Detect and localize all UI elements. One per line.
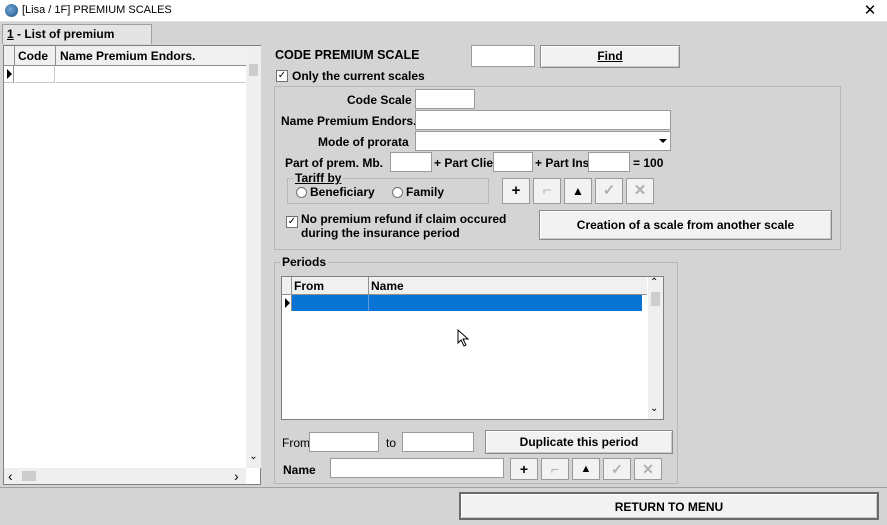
no-refund-checkbox[interactable]: ✓ bbox=[286, 216, 298, 228]
equals-100-label: = 100 bbox=[633, 156, 664, 170]
current-row-icon bbox=[7, 69, 12, 79]
current-row-icon bbox=[285, 298, 290, 308]
from-label: From bbox=[282, 436, 310, 450]
period-name-input[interactable] bbox=[330, 458, 504, 478]
only-current-checkbox[interactable]: ✓ bbox=[276, 70, 288, 82]
part-prem-mb-input[interactable] bbox=[390, 152, 432, 172]
code-premium-scale-label: CODE PREMIUM SCALE bbox=[275, 48, 420, 62]
col-name[interactable]: Name bbox=[371, 279, 404, 293]
period-name-label: Name bbox=[283, 463, 316, 477]
bottom-separator bbox=[0, 487, 887, 488]
chevron-down-icon[interactable] bbox=[659, 139, 667, 143]
row-indicator bbox=[4, 66, 14, 83]
mode-of-prorata-label: Mode of prorata bbox=[318, 135, 409, 149]
app-icon bbox=[5, 4, 18, 17]
tariff-family-radio[interactable] bbox=[392, 187, 403, 198]
return-to-menu-label: RETURN TO MENU bbox=[614, 500, 724, 514]
periods-vertical-scrollbar[interactable]: ⌃ ⌄ bbox=[648, 277, 663, 419]
from-date-input[interactable] bbox=[309, 432, 379, 452]
tariff-beneficiary-radio[interactable] bbox=[296, 187, 307, 198]
to-label: to bbox=[386, 436, 397, 450]
part-clie-label: + Part Clie bbox=[434, 156, 494, 170]
table-row-name-cell[interactable] bbox=[56, 66, 246, 83]
only-current-label: Only the current scales bbox=[292, 69, 425, 83]
return-to-menu-button[interactable]: RETURN TO MENU bbox=[459, 492, 879, 520]
confirm-icon[interactable]: ✓ bbox=[595, 178, 623, 204]
scroll-left-icon[interactable]: ‹ bbox=[8, 468, 13, 484]
duplicate-period-button[interactable]: Duplicate this period bbox=[485, 430, 673, 454]
cancel-icon[interactable]: ✕ bbox=[626, 178, 654, 204]
no-refund-label-line1: No premium refund if claim occured bbox=[301, 212, 507, 226]
table-row-code-cell[interactable] bbox=[15, 66, 55, 83]
period-add-icon[interactable]: + bbox=[510, 458, 538, 480]
scroll-down-icon[interactable]: ⌄ bbox=[248, 451, 259, 462]
col-name-premium-endors[interactable]: Name Premium Endors. bbox=[60, 49, 195, 63]
periods-row-indicator bbox=[282, 295, 292, 311]
close-icon[interactable]: ✕ bbox=[858, 2, 882, 20]
part-ins-label: + Part Ins bbox=[535, 156, 590, 170]
name-premium-endors-label: Name Premium Endors. bbox=[281, 114, 417, 128]
vertical-scroll-thumb[interactable] bbox=[249, 64, 258, 76]
edit-icon[interactable]: ⌐ bbox=[533, 178, 561, 204]
add-icon[interactable]: + bbox=[502, 178, 530, 204]
tariff-beneficiary-label: Beneficiary bbox=[310, 185, 375, 199]
to-date-input[interactable] bbox=[402, 432, 474, 452]
move-up-icon[interactable]: ▲ bbox=[564, 178, 592, 204]
horizontal-scroll-thumb[interactable] bbox=[22, 471, 36, 481]
scroll-down-icon[interactable]: ⌄ bbox=[650, 403, 658, 414]
find-button-label: Find bbox=[597, 49, 623, 63]
period-cancel-icon[interactable]: ✕ bbox=[634, 458, 662, 480]
periods-title: Periods bbox=[280, 255, 329, 269]
period-move-up-icon[interactable]: ▲ bbox=[572, 458, 600, 480]
part-ins-input[interactable] bbox=[588, 152, 630, 172]
vertical-scrollbar[interactable]: ⌄ bbox=[246, 46, 261, 468]
tab-list-of-premium-scales[interactable]: 1 - List of premium scales bbox=[2, 24, 152, 59]
col-from[interactable]: From bbox=[294, 279, 324, 293]
mode-of-prorata-select[interactable] bbox=[415, 131, 671, 151]
tariff-family-label: Family bbox=[406, 185, 445, 199]
window-title: [Lisa / 1F] PREMIUM SCALES bbox=[22, 4, 172, 16]
find-button[interactable]: Find bbox=[540, 45, 680, 68]
period-confirm-icon[interactable]: ✓ bbox=[603, 458, 631, 480]
no-refund-label-line2: during the insurance period bbox=[301, 226, 460, 240]
table-row-selected[interactable] bbox=[292, 295, 642, 311]
periods-grid[interactable]: From Name ⌃ ⌄ bbox=[281, 276, 664, 420]
part-prem-mb-label: Part of prem. Mb. bbox=[285, 156, 384, 170]
scroll-up-icon[interactable]: ⌃ bbox=[650, 277, 658, 288]
periods-grid-header: From Name bbox=[282, 277, 647, 295]
tab-number: 1 bbox=[7, 27, 14, 41]
code-scale-input[interactable] bbox=[415, 89, 475, 109]
mouse-cursor-icon bbox=[457, 329, 470, 347]
code-premium-scale-input[interactable] bbox=[471, 45, 535, 67]
scroll-right-icon[interactable]: › bbox=[234, 468, 239, 484]
horizontal-scrollbar[interactable]: ‹ › bbox=[4, 468, 246, 484]
part-clie-input[interactable] bbox=[493, 152, 533, 172]
grid-header: Code Name Premium Endors. bbox=[4, 46, 246, 66]
creation-from-another-scale-button[interactable]: Creation of a scale from another scale bbox=[539, 210, 832, 240]
tariff-by-label: Tariff by bbox=[293, 171, 344, 185]
periods-scroll-thumb[interactable] bbox=[651, 292, 660, 306]
period-edit-icon[interactable]: ⌐ bbox=[541, 458, 569, 480]
code-scale-label: Code Scale bbox=[347, 93, 412, 107]
col-code[interactable]: Code bbox=[18, 49, 48, 63]
name-premium-endors-input[interactable] bbox=[415, 110, 671, 130]
premium-scales-grid[interactable]: Code Name Premium Endors. ⌄ ‹ › bbox=[3, 45, 261, 485]
